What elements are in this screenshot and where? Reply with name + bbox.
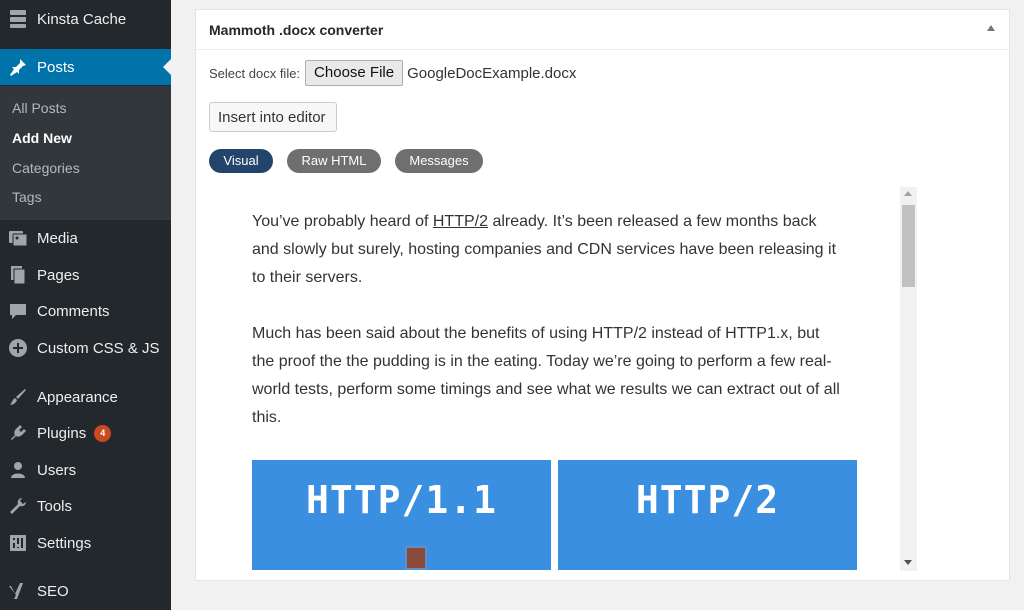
menu-comments[interactable]: Comments — [0, 293, 171, 329]
posts-submenu: All Posts Add New Categories Tags — [0, 86, 171, 220]
choose-file-button[interactable]: Choose File — [305, 60, 404, 86]
menu-tools[interactable]: Tools — [0, 488, 171, 524]
wrench-icon — [8, 496, 28, 516]
menu-settings[interactable]: Settings — [0, 525, 171, 561]
http2-link[interactable]: HTTP/2 — [433, 213, 488, 230]
menu-label: Posts — [37, 58, 75, 76]
preview-paragraph-2: Much has been said about the benefits of… — [252, 325, 840, 426]
collapse-arrow-icon[interactable] — [987, 25, 995, 31]
submenu-categories[interactable]: Categories — [12, 160, 80, 176]
paintbrush-icon — [8, 387, 28, 407]
menu-label: Tools — [37, 497, 73, 515]
menu-media[interactable]: Media — [0, 220, 171, 256]
plus-circle-icon — [8, 338, 28, 358]
image-figure — [405, 546, 427, 570]
menu-label: Users — [37, 461, 77, 479]
database-icon — [8, 9, 28, 29]
file-label: Select docx file: — [209, 65, 301, 81]
menu-posts[interactable]: Posts — [0, 49, 171, 85]
menu-kinsta-cache[interactable]: Kinsta Cache — [0, 1, 171, 37]
menu-users[interactable]: Users — [0, 452, 171, 488]
insert-into-editor-button[interactable]: Insert into editor — [209, 102, 337, 132]
preview-scrollbar[interactable] — [900, 187, 917, 571]
menu-pages[interactable]: Pages — [0, 257, 171, 293]
submenu-tags[interactable]: Tags — [12, 189, 42, 205]
tab-raw-html[interactable]: Raw HTML — [287, 149, 381, 173]
menu-label: Pages — [37, 266, 80, 284]
file-select-row: Select docx file: Choose File GoogleDocE… — [209, 60, 576, 86]
http2-image: HTTP/2 — [558, 460, 857, 570]
menu-custom-css-js[interactable]: Custom CSS & JS — [0, 330, 171, 366]
menu-label: Appearance — [37, 388, 118, 406]
submenu-add-new[interactable]: Add New — [12, 130, 72, 146]
comment-icon — [8, 301, 28, 321]
yoast-icon — [8, 581, 28, 601]
scroll-down-arrow-icon[interactable] — [904, 560, 912, 565]
mammoth-converter-box: Mammoth .docx converter Select docx file… — [195, 9, 1010, 581]
menu-label: Plugins — [37, 424, 87, 442]
menu-plugins[interactable]: Plugins 4 — [0, 415, 171, 451]
menu-label: Kinsta Cache — [37, 10, 127, 28]
menu-label: Custom CSS & JS — [37, 339, 160, 357]
settings-sliders-icon — [8, 533, 28, 553]
panel-header: Mammoth .docx converter — [196, 10, 1009, 50]
submenu-all-posts[interactable]: All Posts — [12, 100, 66, 116]
image-right-text: HTTP/2 — [635, 478, 780, 522]
selected-file-name: GoogleDocExample.docx — [407, 64, 577, 82]
menu-appearance[interactable]: Appearance — [0, 379, 171, 415]
menu-label: SEO — [37, 582, 69, 600]
menu-label: Media — [37, 229, 78, 247]
user-icon — [8, 460, 28, 480]
text: You’ve probably heard of — [252, 213, 433, 230]
admin-sidebar: Kinsta Cache Posts All Posts Add New Cat… — [0, 0, 171, 610]
menu-label: Settings — [37, 534, 92, 552]
http11-image: HTTP/1.1 — [252, 460, 551, 570]
menu-seo[interactable]: SEO — [0, 573, 171, 609]
tab-messages[interactable]: Messages — [395, 149, 483, 173]
panel-title: Mammoth .docx converter — [209, 21, 384, 38]
preview-area: You’ve probably heard of HTTP/2 already.… — [252, 196, 872, 572]
preview-paragraph-1: You’ve probably heard of HTTP/2 already.… — [252, 208, 842, 292]
plugins-update-badge: 4 — [94, 424, 112, 442]
pages-icon — [8, 265, 28, 285]
plug-icon — [8, 423, 28, 443]
scroll-thumb[interactable] — [902, 205, 915, 287]
pin-icon — [8, 57, 28, 77]
scroll-up-arrow-icon[interactable] — [904, 191, 912, 196]
menu-label: Comments — [37, 302, 110, 320]
media-icon — [8, 228, 28, 248]
image-left-text: HTTP/1.1 — [305, 478, 498, 522]
tab-visual[interactable]: Visual — [209, 149, 273, 173]
